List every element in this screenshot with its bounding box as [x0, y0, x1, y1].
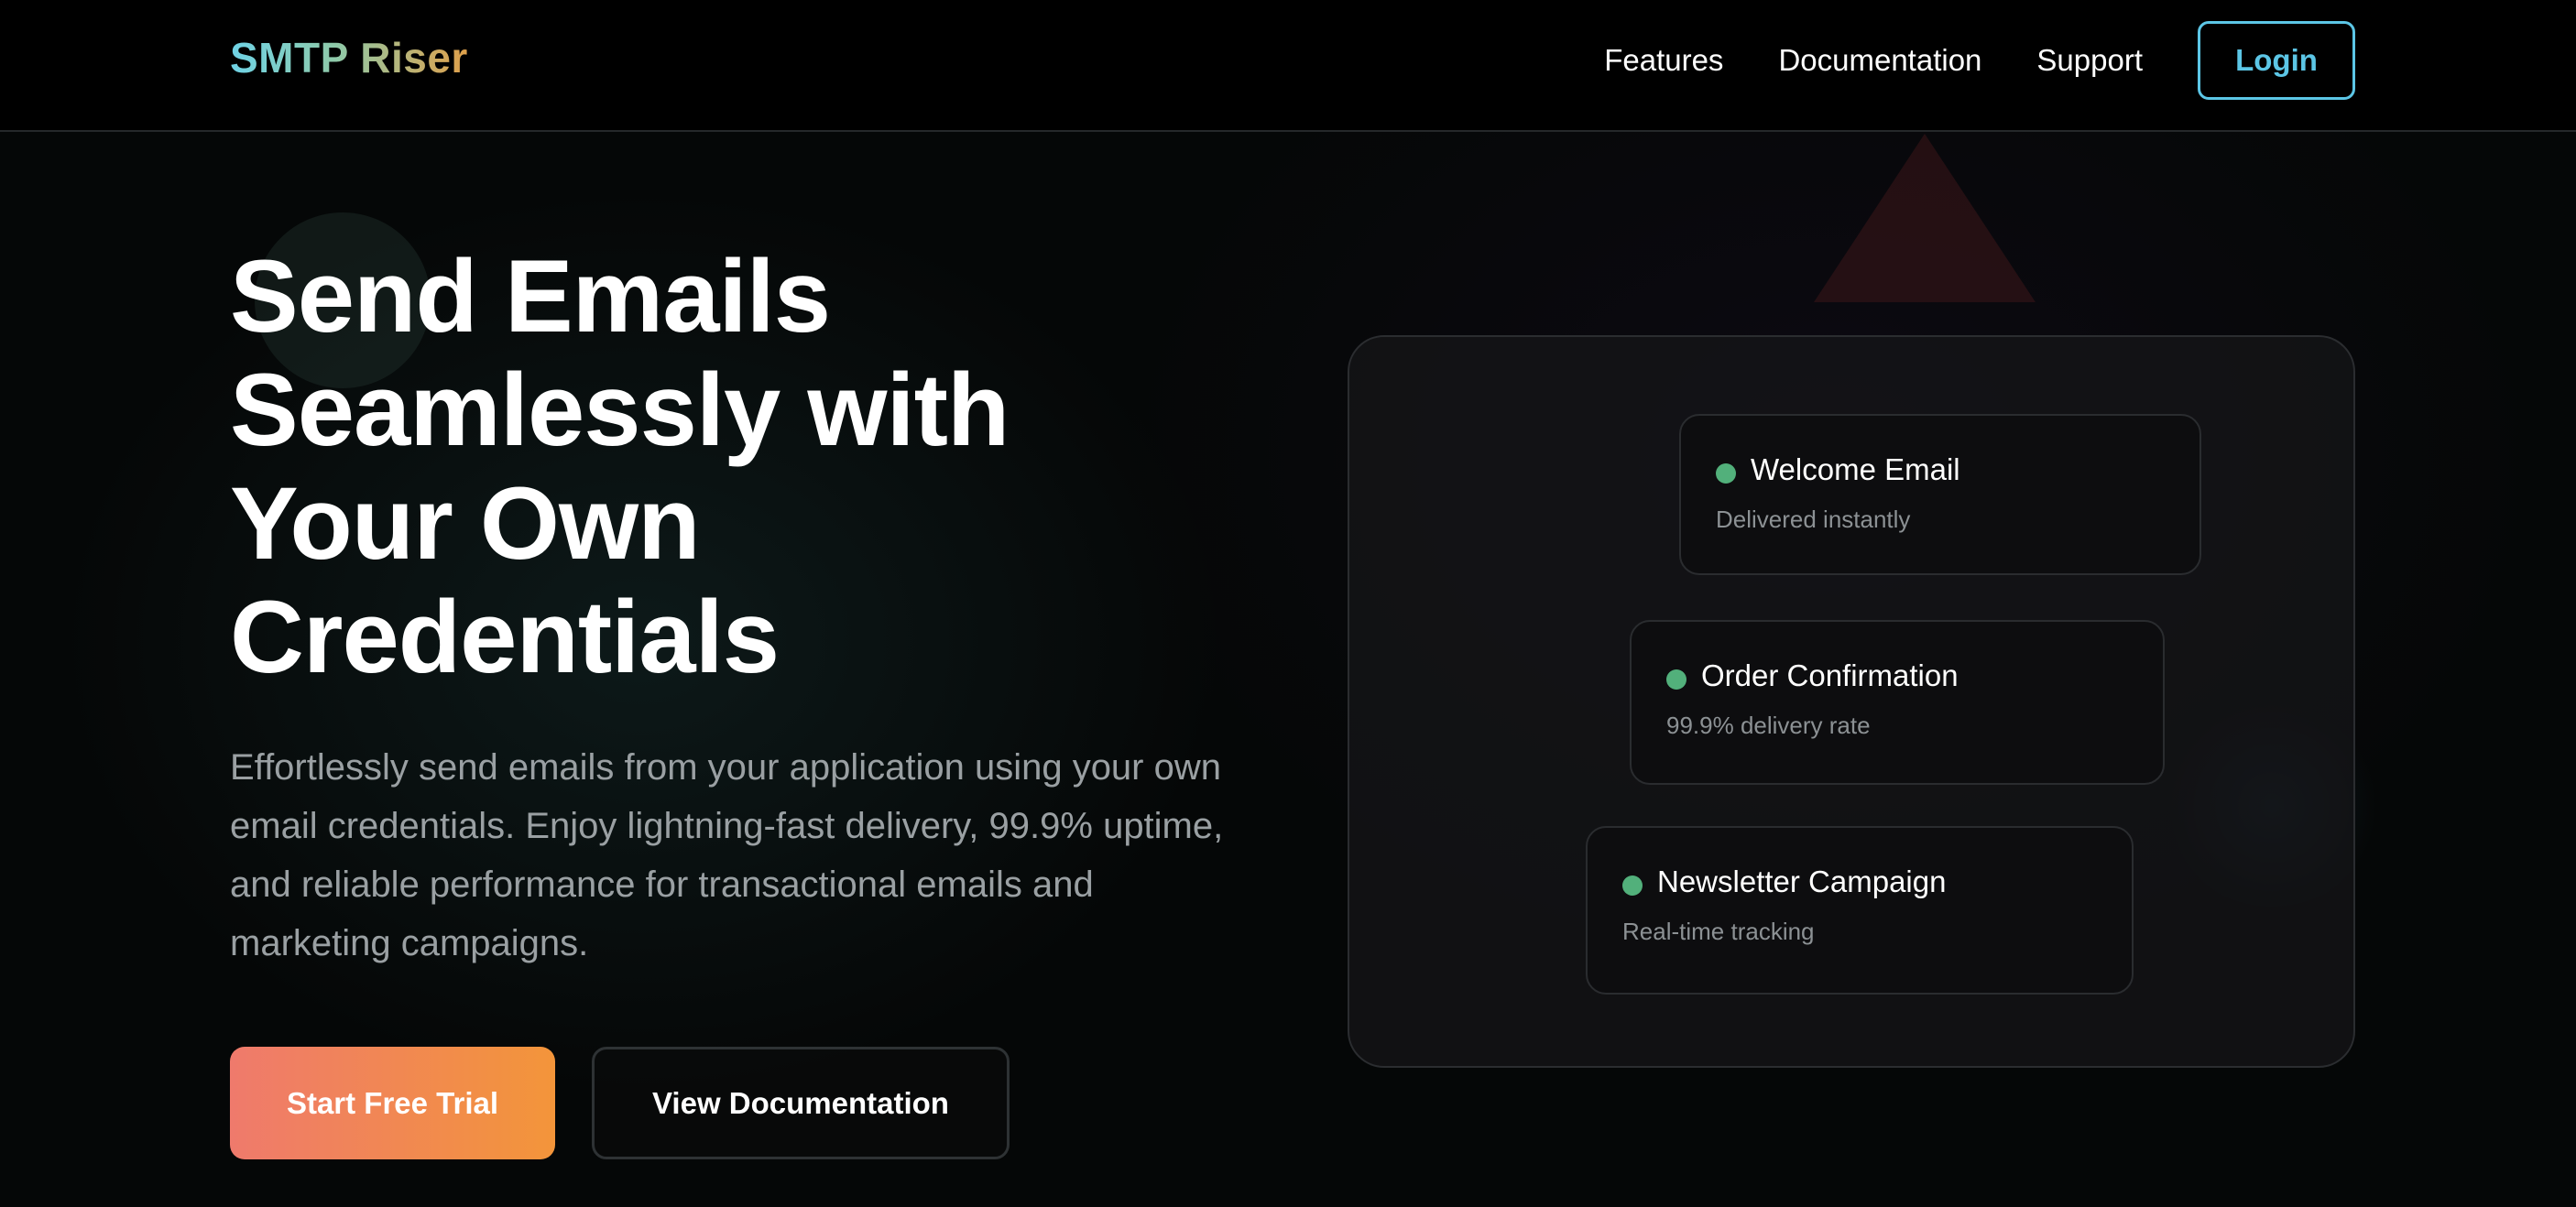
- landing-page: SMTP Riser Features Documentation Suppor…: [0, 0, 2576, 1207]
- nav-link-features[interactable]: Features: [1604, 43, 1723, 78]
- main-nav: Features Documentation Support Login: [1604, 20, 2355, 101]
- status-dot-icon: [1666, 669, 1686, 690]
- nav-link-support[interactable]: Support: [2036, 43, 2143, 78]
- hero-title: Send Emails Seamlessly with Your Own Cre…: [230, 239, 1010, 694]
- site-header: SMTP Riser Features Documentation Suppor…: [0, 0, 2576, 132]
- email-card-newsletter: Newsletter Campaign Real-time tracking: [1586, 826, 2134, 995]
- brand-logo[interactable]: SMTP Riser: [230, 33, 468, 82]
- email-card-subtitle: Delivered instantly: [1716, 506, 1911, 533]
- hero-subtitle: Effortlessly send emails from your appli…: [230, 747, 1224, 963]
- email-card-order-confirmation: Order Confirmation 99.9% delivery rate: [1630, 620, 2165, 785]
- email-card-welcome: Welcome Email Delivered instantly: [1679, 414, 2201, 575]
- status-dot-icon: [1622, 875, 1643, 896]
- view-documentation-button[interactable]: View Documentation: [592, 1047, 1010, 1159]
- decorative-triangle: [1814, 134, 2036, 302]
- status-dot-icon: [1716, 463, 1736, 484]
- email-card-title: Newsletter Campaign: [1657, 864, 1947, 898]
- login-button[interactable]: Login: [2198, 21, 2355, 100]
- email-card-title: Order Confirmation: [1701, 658, 1959, 692]
- email-card-title: Welcome Email: [1751, 452, 1960, 486]
- email-preview-panel: Welcome Email Delivered instantly Order …: [1348, 335, 2355, 1068]
- start-free-trial-button[interactable]: Start Free Trial: [230, 1047, 555, 1159]
- email-card-subtitle: 99.9% delivery rate: [1666, 712, 1871, 739]
- nav-link-documentation[interactable]: Documentation: [1778, 43, 1981, 78]
- email-card-subtitle: Real-time tracking: [1622, 918, 1815, 945]
